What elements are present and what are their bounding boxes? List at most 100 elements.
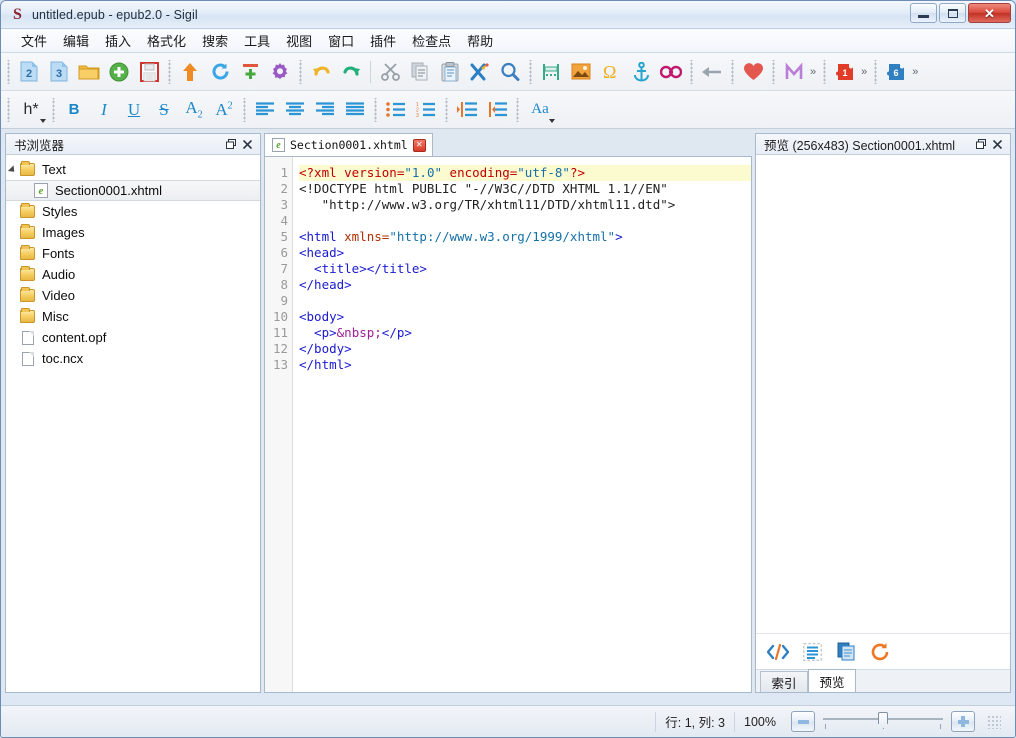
insert-special-character-icon[interactable]: Ω xyxy=(596,57,626,87)
settings-gear-icon[interactable] xyxy=(265,57,295,87)
menu-help[interactable]: 帮助 xyxy=(459,28,501,53)
spellcheck-icon[interactable] xyxy=(465,57,495,87)
toolbar-handle[interactable] xyxy=(5,98,12,122)
tree-folder-text[interactable]: Text xyxy=(6,159,260,180)
tree-folder-audio[interactable]: Audio xyxy=(6,264,260,285)
menu-window[interactable]: 窗口 xyxy=(320,28,362,53)
tree-file-toc-ncx[interactable]: toc.ncx xyxy=(6,348,260,369)
zoom-in-button[interactable] xyxy=(951,711,975,732)
tree-folder-fonts[interactable]: Fonts xyxy=(6,243,260,264)
toolbar-handle[interactable] xyxy=(688,60,695,84)
toolbar-overflow-chevron[interactable]: » xyxy=(809,66,819,78)
zoom-out-button[interactable] xyxy=(791,711,815,732)
tree-folder-images[interactable]: Images xyxy=(6,222,260,243)
reload-icon[interactable] xyxy=(205,57,235,87)
tree-folder-styles[interactable]: Styles xyxy=(6,201,260,222)
plugin-1-icon[interactable]: 1 xyxy=(830,57,860,87)
save-icon[interactable] xyxy=(134,57,164,87)
tree-file-section0001[interactable]: e Section0001.xhtml xyxy=(6,180,260,201)
inspect-icon[interactable] xyxy=(800,640,824,664)
add-file-icon[interactable] xyxy=(104,57,134,87)
copy-page-icon[interactable] xyxy=(834,640,858,664)
menu-format[interactable]: 格式化 xyxy=(139,28,194,53)
toolbar-handle[interactable] xyxy=(821,60,828,84)
editor-tab-section0001[interactable]: e Section0001.xhtml ✕ xyxy=(264,133,433,156)
preview-render-area[interactable] xyxy=(756,155,1010,633)
book-browser-tree[interactable]: Text e Section0001.xhtml Styles Images xyxy=(6,155,260,692)
toolbar-handle[interactable] xyxy=(770,60,777,84)
slider-thumb[interactable] xyxy=(878,712,888,729)
text-case-icon[interactable]: Aa xyxy=(523,95,557,125)
heading-dropdown-icon[interactable]: h* xyxy=(14,95,48,125)
close-button[interactable]: ✕ xyxy=(968,3,1011,23)
superscript-icon[interactable]: A2 xyxy=(209,95,239,125)
code-text[interactable]: <?xml version="1.0" encoding="utf-8"?><!… xyxy=(293,157,751,692)
toolbar-handle[interactable] xyxy=(166,60,173,84)
align-right-icon[interactable] xyxy=(310,95,340,125)
italic-icon[interactable]: I xyxy=(89,95,119,125)
align-center-icon[interactable] xyxy=(280,95,310,125)
upload-icon[interactable] xyxy=(175,57,205,87)
expand-triangle-icon[interactable] xyxy=(6,166,18,174)
find-replace-icon[interactable] xyxy=(495,57,525,87)
code-view-icon[interactable] xyxy=(766,640,790,664)
reload-preview-icon[interactable] xyxy=(868,640,892,664)
open-folder-icon[interactable] xyxy=(74,57,104,87)
toolbar-handle[interactable] xyxy=(527,60,534,84)
toolbar-handle[interactable] xyxy=(872,60,879,84)
tab-index[interactable]: 索引 xyxy=(760,671,808,692)
toolbar-handle[interactable] xyxy=(443,98,450,122)
menu-plugins[interactable]: 插件 xyxy=(362,28,404,53)
copy-icon[interactable] xyxy=(405,57,435,87)
close-panel-icon[interactable] xyxy=(239,136,256,153)
close-panel-icon[interactable] xyxy=(989,136,1006,153)
chevron-down-icon[interactable] xyxy=(549,119,555,123)
toolbar-handle[interactable] xyxy=(372,98,379,122)
menu-search[interactable]: 搜索 xyxy=(194,28,236,53)
menu-file[interactable]: 文件 xyxy=(13,28,55,53)
strikethrough-icon[interactable]: S xyxy=(149,95,179,125)
minimize-button[interactable] xyxy=(910,3,937,23)
menu-edit[interactable]: 编辑 xyxy=(55,28,97,53)
paste-icon[interactable] xyxy=(435,57,465,87)
underline-icon[interactable]: U xyxy=(119,95,149,125)
back-icon[interactable] xyxy=(697,57,727,87)
new-epub2-icon[interactable]: 2 xyxy=(14,57,44,87)
tab-preview[interactable]: 预览 xyxy=(808,669,856,692)
resize-grip[interactable] xyxy=(987,715,1001,729)
maximize-button[interactable] xyxy=(939,3,966,23)
zoom-slider[interactable] xyxy=(823,711,943,733)
increase-indent-icon[interactable] xyxy=(482,95,512,125)
bulleted-list-icon[interactable] xyxy=(381,95,411,125)
numbered-list-icon[interactable]: 123 xyxy=(411,95,441,125)
toolbar-handle[interactable] xyxy=(5,60,12,84)
toolbar-handle[interactable] xyxy=(514,98,521,122)
toolbar-handle[interactable] xyxy=(241,98,248,122)
insert-link-icon[interactable] xyxy=(656,57,686,87)
undo-icon[interactable] xyxy=(306,57,336,87)
redo-icon[interactable] xyxy=(336,57,366,87)
undock-icon[interactable] xyxy=(222,136,239,153)
subscript-icon[interactable]: A2 xyxy=(179,95,209,125)
menu-insert[interactable]: 插入 xyxy=(97,28,139,53)
tree-folder-video[interactable]: Video xyxy=(6,285,260,306)
menu-view[interactable]: 视图 xyxy=(278,28,320,53)
plugin-6-icon[interactable]: 6 xyxy=(881,57,911,87)
toolbar-overflow-chevron[interactable]: » xyxy=(860,66,870,78)
decrease-indent-icon[interactable] xyxy=(452,95,482,125)
align-justify-icon[interactable] xyxy=(340,95,370,125)
align-left-icon[interactable] xyxy=(250,95,280,125)
tree-folder-misc[interactable]: Misc xyxy=(6,306,260,327)
metadata-editor-icon[interactable] xyxy=(779,57,809,87)
menu-tools[interactable]: 工具 xyxy=(236,28,278,53)
toolbar-handle[interactable] xyxy=(729,60,736,84)
tree-file-content-opf[interactable]: content.opf xyxy=(6,327,260,348)
toolbar-handle[interactable] xyxy=(297,60,304,84)
bold-icon[interactable]: B xyxy=(59,95,89,125)
menu-checkpoint[interactable]: 检查点 xyxy=(404,28,459,53)
toolbar-handle[interactable] xyxy=(50,98,57,122)
toolbar-overflow-chevron[interactable]: » xyxy=(911,66,921,78)
close-tab-icon[interactable]: ✕ xyxy=(413,139,426,152)
new-epub3-icon[interactable]: 3 xyxy=(44,57,74,87)
undock-icon[interactable] xyxy=(972,136,989,153)
